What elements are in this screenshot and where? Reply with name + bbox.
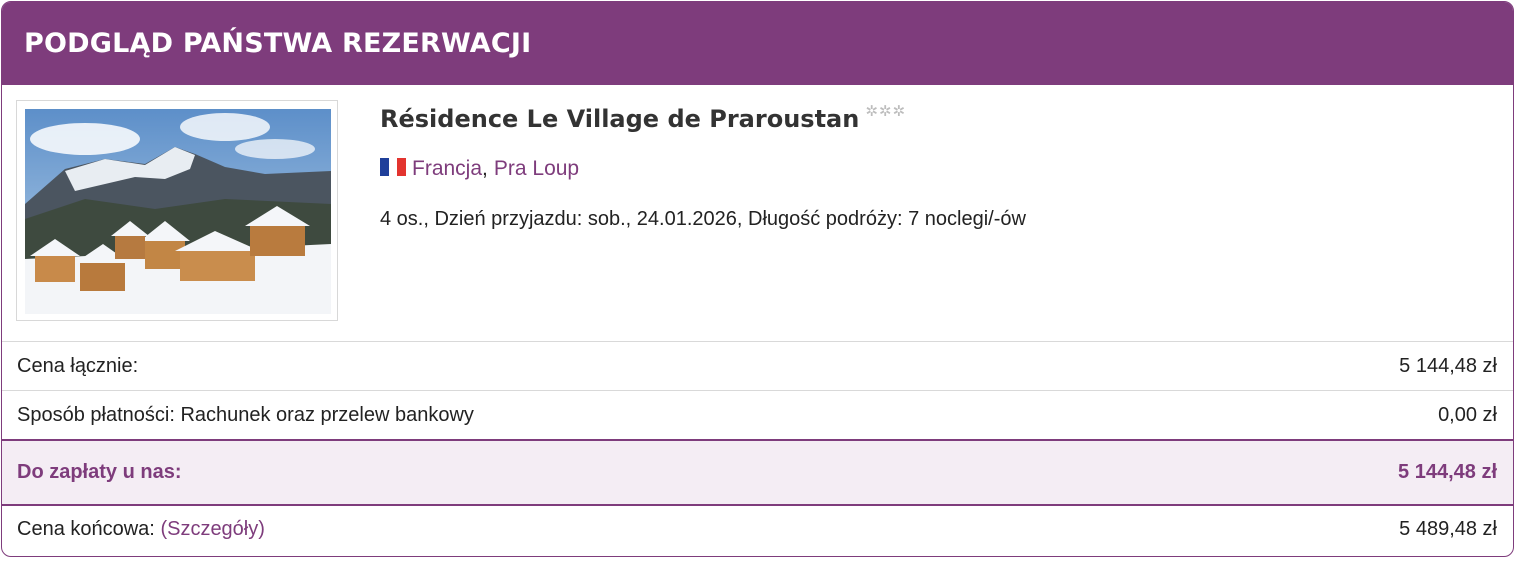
star-icon: ✲	[892, 102, 906, 120]
amount-due-row: Do zapłaty u nas: 5 144,48 zł	[2, 439, 1513, 506]
amount-due-label: Do zapłaty u nas:	[17, 461, 182, 483]
star-rating: ✲ ✲ ✲	[865, 103, 905, 119]
payment-method-row: Sposób płatności: Rachunek oraz przelew …	[2, 390, 1513, 439]
france-flag-icon	[380, 158, 407, 176]
property-info: Résidence Le Village de Praroustan ✲ ✲ ✲…	[2, 85, 1513, 341]
final-price-row: Cena końcowa: (Szczegóły) 5 489,48 zł	[2, 506, 1513, 553]
star-icon: ✲	[865, 102, 878, 120]
total-price-label: Cena łącznie:	[17, 354, 139, 377]
final-price-label-group: Cena końcowa: (Szczegóły)	[17, 518, 265, 541]
total-price-row: Cena łącznie: 5 144,48 zł	[2, 341, 1513, 390]
trip-details: 4 os., Dzień przyjazdu: sob., 24.01.2026…	[380, 208, 1026, 230]
country-link[interactable]: Francja	[412, 157, 482, 181]
total-price-value: 5 144,48 zł	[1399, 354, 1497, 377]
payment-method-value: 0,00 zł	[1438, 403, 1497, 426]
payment-method-label: Sposób płatności: Rachunek oraz przelew …	[17, 403, 474, 426]
star-icon: ✲	[878, 102, 892, 120]
city-link[interactable]: Pra Loup	[494, 157, 579, 181]
final-price-label: Cena końcowa:	[17, 518, 155, 540]
amount-due-value: 5 144,48 zł	[1398, 461, 1497, 483]
property-name: Résidence Le Village de Praroustan	[380, 105, 860, 133]
reservation-preview-card: PODGLĄD PAŃSTWA REZERWACJI Résidence Le …	[1, 1, 1514, 557]
property-photo	[25, 109, 331, 314]
details-link[interactable]: (Szczegóły)	[160, 518, 264, 540]
property-name-line: Résidence Le Village de Praroustan ✲ ✲ ✲	[380, 103, 905, 133]
reservation-header: PODGLĄD PAŃSTWA REZERWACJI	[2, 2, 1513, 85]
final-price-value: 5 489,48 zł	[1399, 518, 1497, 540]
page-title: PODGLĄD PAŃSTWA REZERWACJI	[24, 28, 532, 59]
property-image[interactable]	[16, 100, 338, 321]
location: Francja , Pra Loup	[380, 157, 579, 181]
location-separator: ,	[482, 157, 488, 180]
